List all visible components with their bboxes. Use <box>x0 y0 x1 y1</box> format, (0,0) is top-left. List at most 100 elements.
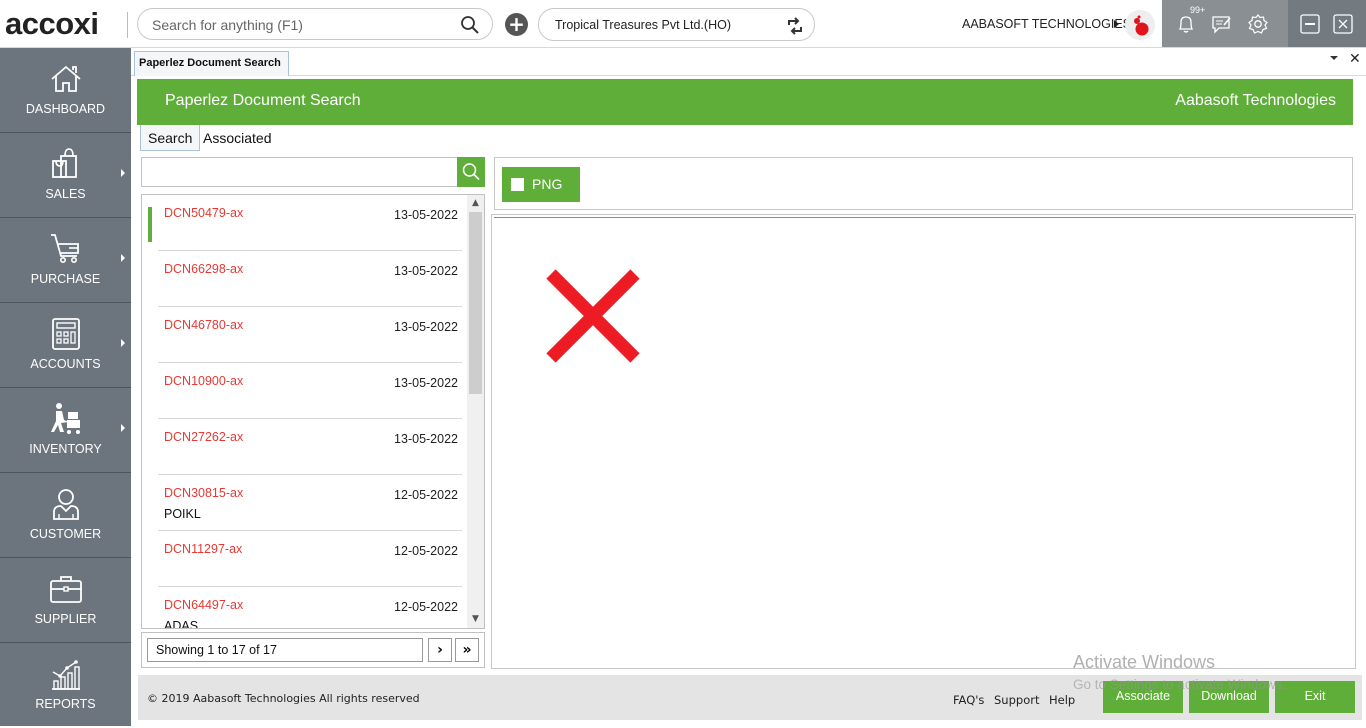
support-link[interactable]: Support <box>994 693 1039 707</box>
refresh-icon[interactable] <box>785 16 805 36</box>
faq-link[interactable]: FAQ's <box>953 693 984 707</box>
sidebar-item-supplier[interactable]: SUPPLIER <box>0 558 131 643</box>
sidebar-item-label: DASHBOARD <box>25 102 106 116</box>
sidebar-item-label: SALES <box>45 187 86 201</box>
document-date: 13-05-2022 <box>394 264 458 278</box>
scroll-up-icon[interactable]: ▲ <box>471 199 480 208</box>
document-code: DCN46780-ax <box>164 318 244 332</box>
app-logo: accoxi <box>5 6 99 41</box>
document-search-input[interactable] <box>141 157 458 187</box>
document-list-item[interactable]: DCN50479-ax 13-05-2022 <box>148 195 462 251</box>
search-icon[interactable] <box>460 15 480 35</box>
document-date: 13-05-2022 <box>394 376 458 390</box>
sidebar-item-reports[interactable]: REPORTS <box>0 643 131 728</box>
minimize-icon[interactable] <box>1299 13 1321 35</box>
search-icon <box>462 163 480 181</box>
last-page-button[interactable]: » <box>455 638 479 662</box>
logo-divider <box>127 12 128 38</box>
customer-icon <box>53 489 79 520</box>
sidebar-item-label: ACCOUNTS <box>30 357 101 371</box>
document-list-item[interactable]: DCN64497-ax 12-05-2022 ADAS <box>158 587 462 628</box>
document-date: 12-05-2022 <box>394 488 458 502</box>
document-date: 13-05-2022 <box>394 208 458 222</box>
sidebar-item-dashboard[interactable]: DASHBOARD <box>0 48 131 133</box>
tab-menu-dropdown-icon[interactable] <box>1330 56 1338 60</box>
feedback-icon[interactable] <box>1211 13 1233 35</box>
document-code: DCN66298-ax <box>164 262 244 276</box>
sidebar-item-accounts[interactable]: ACCOUNTS <box>0 303 131 388</box>
document-list-item[interactable]: DCN30815-ax 12-05-2022 POIKL <box>158 475 462 531</box>
toolbar-icons <box>1162 0 1288 47</box>
document-list-item[interactable]: DCN10900-ax 13-05-2022 <box>158 363 462 419</box>
sidebar-item-label: CUSTOMER <box>29 527 102 541</box>
png-label: PNG <box>532 176 563 192</box>
briefcase-icon <box>50 576 82 603</box>
top-bar: accoxi Search for anything (F1) + Tropic… <box>0 0 1366 48</box>
png-checkbox[interactable] <box>511 178 524 191</box>
cart-icon <box>51 234 79 263</box>
preview-divider <box>494 217 1353 218</box>
bell-icon[interactable] <box>1175 13 1197 35</box>
scrollbar-thumb[interactable] <box>469 212 482 394</box>
document-note: POIKL <box>164 507 201 521</box>
document-code: DCN27262-ax <box>164 430 244 444</box>
window-controls <box>1288 0 1366 47</box>
gear-icon[interactable] <box>1247 13 1269 35</box>
reports-icon <box>52 660 80 690</box>
document-code: DCN50479-ax <box>164 206 244 220</box>
tab-paperlez-document-search[interactable]: Paperlez Document Search <box>134 51 289 76</box>
sidebar-item-inventory[interactable]: INVENTORY <box>0 388 131 473</box>
document-date: 12-05-2022 <box>394 544 458 558</box>
copyright: © 2019 Aabasoft Technologies All rights … <box>147 692 420 705</box>
tab-search[interactable]: Search <box>140 125 201 151</box>
activate-windows-title: Activate Windows <box>1073 652 1216 672</box>
scroll-down-icon[interactable]: ▼ <box>471 615 480 624</box>
pagination-info: Showing 1 to 17 of 17 <box>147 638 423 662</box>
document-code: DCN64497-ax <box>164 598 244 612</box>
list-scrollbar[interactable]: ▲ ▼ <box>467 195 484 628</box>
document-code: DCN10900-ax <box>164 374 244 388</box>
document-code: DCN11297-ax <box>164 542 243 556</box>
caret-right-icon <box>121 169 125 177</box>
company-name: Tropical Treasures Pvt Ltd.(HO) <box>555 18 731 32</box>
exit-button[interactable]: Exit <box>1275 681 1355 713</box>
home-icon <box>51 65 81 92</box>
company-selector[interactable]: Tropical Treasures Pvt Ltd.(HO) <box>538 8 815 41</box>
close-icon[interactable] <box>1332 13 1354 35</box>
add-icon[interactable]: + <box>505 13 528 36</box>
viewer-toolbar <box>494 157 1353 210</box>
document-list-item[interactable]: DCN27262-ax 13-05-2022 <box>158 419 462 475</box>
page-title: Paperlez Document Search <box>165 92 361 109</box>
caret-right-icon[interactable] <box>1114 20 1119 28</box>
document-code: DCN30815-ax <box>164 486 244 500</box>
activate-windows-subtitle: Go to Settings to activate Windows. <box>1073 677 1287 692</box>
caret-right-icon <box>121 424 125 432</box>
sidebar-item-label: SUPPLIER <box>34 612 97 626</box>
file-type-toggle-png[interactable]: PNG <box>502 167 580 202</box>
selected-indicator <box>148 207 152 242</box>
global-search-input[interactable]: Search for anything (F1) <box>137 8 493 40</box>
tab-associated[interactable]: Associated <box>196 125 278 151</box>
sidebar-item-purchase[interactable]: PURCHASE <box>0 218 131 303</box>
inventory-icon <box>51 403 80 434</box>
document-list-item[interactable]: DCN11297-ax 12-05-2022 <box>158 531 462 587</box>
next-page-button[interactable]: › <box>428 638 452 662</box>
sidebar: DASHBOARD SALES PURCHASE ACCOUNTS INVENT… <box>0 48 131 726</box>
sidebar-item-label: PURCHASE <box>30 272 101 286</box>
document-list-item[interactable]: DCN66298-ax 13-05-2022 <box>158 251 462 307</box>
user-avatar[interactable] <box>1125 10 1155 40</box>
sidebar-item-customer[interactable]: CUSTOMER <box>0 473 131 558</box>
help-link[interactable]: Help <box>1049 693 1075 707</box>
sidebar-item-sales[interactable]: SALES <box>0 133 131 218</box>
global-search-placeholder: Search for anything (F1) <box>152 17 303 33</box>
error-x-icon <box>546 269 640 363</box>
document-list-item[interactable]: DCN46780-ax 13-05-2022 <box>158 307 462 363</box>
document-search-button[interactable] <box>457 157 485 187</box>
tab-close-icon[interactable]: ✕ <box>1349 51 1361 67</box>
sidebar-item-label: INVENTORY <box>29 442 102 456</box>
organization-name[interactable]: AABASOFT TECHNOLOGIES <box>962 17 1131 31</box>
page-header: Paperlez Document Search Aabasoft Techno… <box>137 79 1353 125</box>
shopping-bag-icon <box>52 148 77 178</box>
calculator-icon <box>52 318 80 350</box>
caret-right-icon <box>121 339 125 347</box>
